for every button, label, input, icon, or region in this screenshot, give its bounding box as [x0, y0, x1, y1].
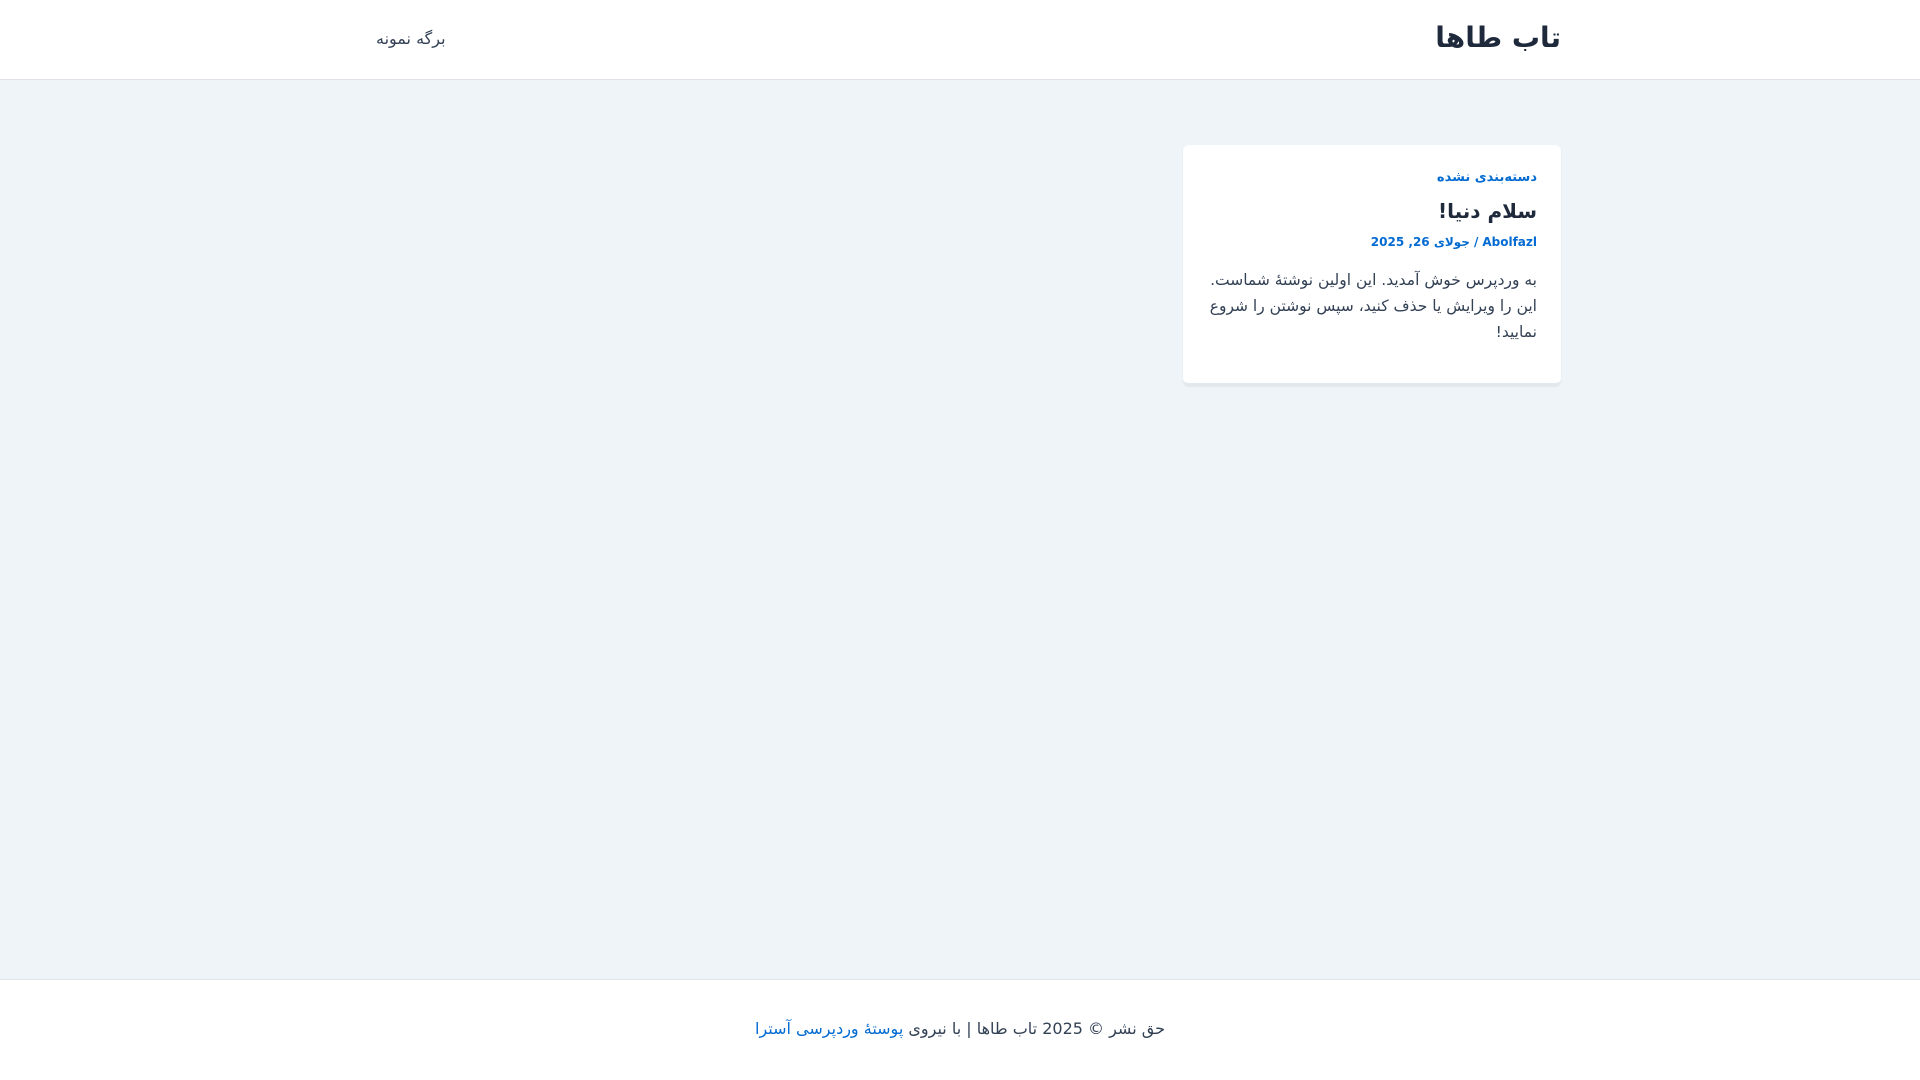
- post-excerpt: به وردپرس خوش آمدید. این اولین نوشتهٔ شم…: [1209, 271, 1537, 341]
- main-content: دسته‌بندی نشده سلام دنیا! Abolfazl/جولای…: [0, 81, 1920, 979]
- site-title-link[interactable]: تاب طاها: [1435, 18, 1561, 58]
- site-footer: حق نشر © 2025 تاب طاها | با نیروی پوستهٔ…: [0, 979, 1920, 1080]
- post-author-link[interactable]: Abolfazl: [1482, 235, 1537, 249]
- post-category-link[interactable]: دسته‌بندی نشده: [1207, 169, 1537, 187]
- post-date: جولای 26, 2025: [1370, 235, 1470, 249]
- meta-separator: /: [1473, 235, 1479, 249]
- post-card: دسته‌بندی نشده سلام دنیا! Abolfazl/جولای…: [1183, 145, 1561, 385]
- post-title-link[interactable]: سلام دنیا!: [1438, 199, 1537, 223]
- post-meta: Abolfazl/جولای 26, 2025: [1207, 233, 1537, 251]
- post-title: سلام دنیا!: [1207, 197, 1537, 225]
- theme-credit-link[interactable]: پوستهٔ وردپرسی آسترا: [755, 1019, 903, 1038]
- site-header: تاب طاها برگه نمونه: [0, 0, 1920, 80]
- nav-item-sample-page[interactable]: برگه نمونه: [376, 29, 446, 48]
- primary-navigation: برگه نمونه: [376, 28, 446, 50]
- footer-copyright: حق نشر © 2025 تاب طاها | با نیروی پوستهٔ…: [0, 1018, 1920, 1040]
- copyright-text: حق نشر © 2025 تاب طاها | با نیروی: [908, 1019, 1165, 1038]
